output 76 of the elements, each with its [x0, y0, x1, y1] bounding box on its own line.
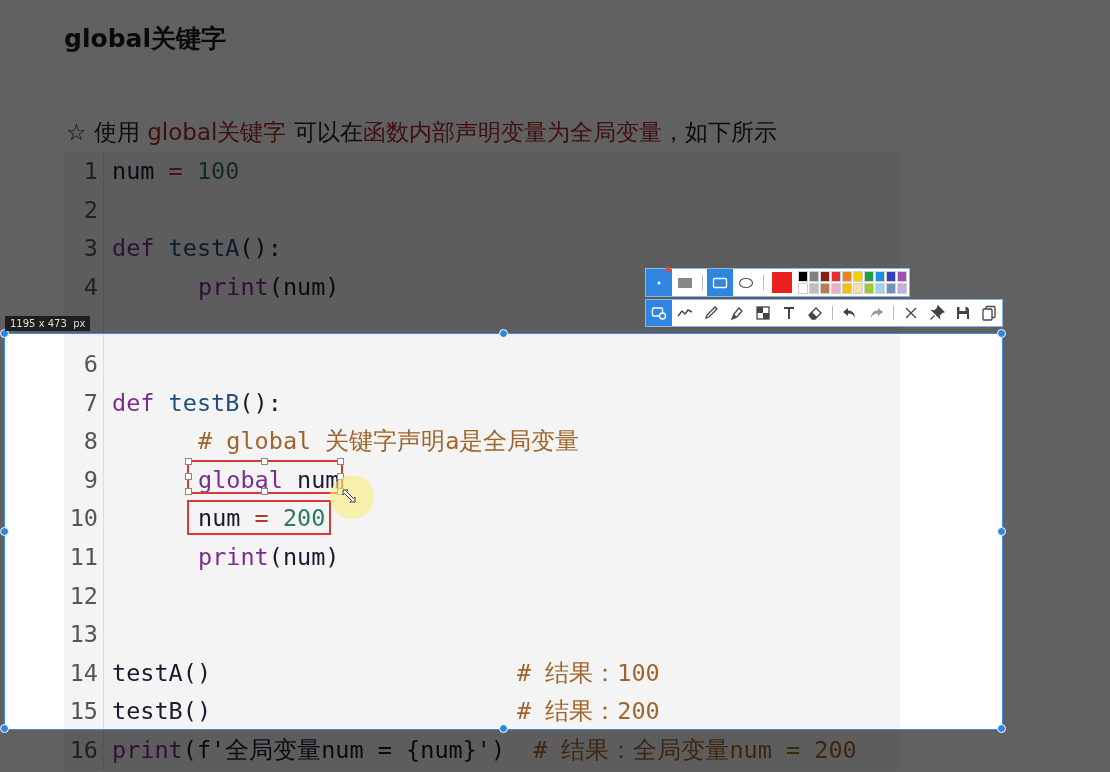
text-tool-icon [781, 305, 797, 321]
color-swatch[interactable] [798, 283, 808, 294]
color-swatch[interactable] [809, 283, 819, 294]
color-swatch[interactable] [831, 271, 841, 282]
save-icon [955, 305, 971, 321]
color-swatch[interactable] [853, 283, 863, 294]
annotation-rectangle[interactable] [187, 459, 344, 495]
color-swatch[interactable] [809, 271, 819, 282]
current-color-swatch[interactable] [772, 272, 792, 293]
code-line: print(f'全局变量num = {num}') [112, 735, 506, 764]
line-number: 16 [64, 730, 104, 770]
line-number: 1 [64, 152, 104, 191]
annotation-rectangle[interactable] [187, 500, 332, 535]
line-number: 15 [64, 692, 104, 731]
line-number: 10 [64, 499, 104, 538]
resize-handle[interactable] [0, 724, 9, 733]
code-comment: # 结果：100 [517, 657, 660, 689]
code-comment: # 结果：200 [517, 696, 660, 728]
resize-handle[interactable] [997, 329, 1006, 338]
mosaic-icon [755, 305, 771, 321]
color-swatch[interactable] [897, 271, 907, 282]
resize-handle[interactable] [498, 724, 508, 733]
color-swatch[interactable] [842, 271, 852, 282]
line-number: 9 [64, 460, 104, 500]
marker-icon [729, 305, 745, 321]
color-swatch[interactable] [820, 271, 830, 282]
line-number: 3 [64, 229, 104, 268]
line-number: 6 [64, 344, 104, 384]
color-swatch[interactable] [886, 283, 896, 294]
close-icon [903, 305, 919, 321]
color-swatch[interactable] [798, 271, 808, 282]
eraser-icon [807, 305, 823, 321]
resize-cursor-icon [342, 489, 356, 503]
size-label: 1195 x 473 px [5, 316, 91, 331]
resize-handle[interactable] [997, 526, 1006, 536]
color-swatch[interactable] [842, 283, 852, 294]
resize-handle[interactable] [498, 329, 508, 338]
code-comment: # 结果：全局变量num = 200 [533, 734, 857, 766]
line-number: 14 [64, 653, 104, 693]
code-line: testA() [112, 658, 212, 687]
resize-handle[interactable] [0, 526, 9, 536]
color-swatch[interactable] [875, 283, 885, 294]
line-number: 11 [64, 537, 104, 577]
color-swatch[interactable] [875, 271, 885, 282]
line-number: 7 [64, 383, 104, 423]
pin-icon [929, 305, 945, 321]
line-number: 4 [64, 267, 104, 307]
resize-handle[interactable] [997, 724, 1006, 733]
color-swatch[interactable] [853, 271, 863, 282]
code-line: num = 100 [112, 156, 240, 187]
line-number: 2 [64, 190, 104, 230]
code-line: testB() [112, 697, 212, 726]
line-number: 13 [64, 615, 104, 654]
intro-sentence: ☆ 使用 global关键字 可以在函数内部声明变量为全局变量，如下所示 [66, 118, 778, 147]
color-swatch[interactable] [886, 271, 896, 282]
code-line: def testA(): [112, 233, 282, 265]
line-number: 8 [64, 422, 104, 461]
code-line: print(num) [198, 271, 340, 303]
color-swatch[interactable] [831, 283, 841, 294]
code-line: # global 关键字声明a是全局变量 [198, 426, 580, 458]
shapes-icon [651, 305, 667, 321]
code-line: num = 200 [198, 499, 326, 538]
shape-tool-button[interactable] [707, 269, 733, 296]
line-number: 12 [64, 576, 104, 616]
notification-dot [666, 267, 671, 272]
color-swatch[interactable] [820, 283, 830, 294]
size-dot-icon [657, 280, 661, 285]
pencil-icon [703, 305, 719, 321]
copy-icon [981, 305, 997, 321]
color-swatch[interactable] [864, 271, 874, 282]
color-swatch[interactable] [897, 283, 907, 294]
color-swatch[interactable] [864, 283, 874, 294]
code-line: def testB(): [112, 387, 282, 419]
code-line: print(num) [198, 541, 340, 573]
slide-title: global关键字 [64, 23, 227, 55]
code-line: global num [198, 460, 340, 500]
